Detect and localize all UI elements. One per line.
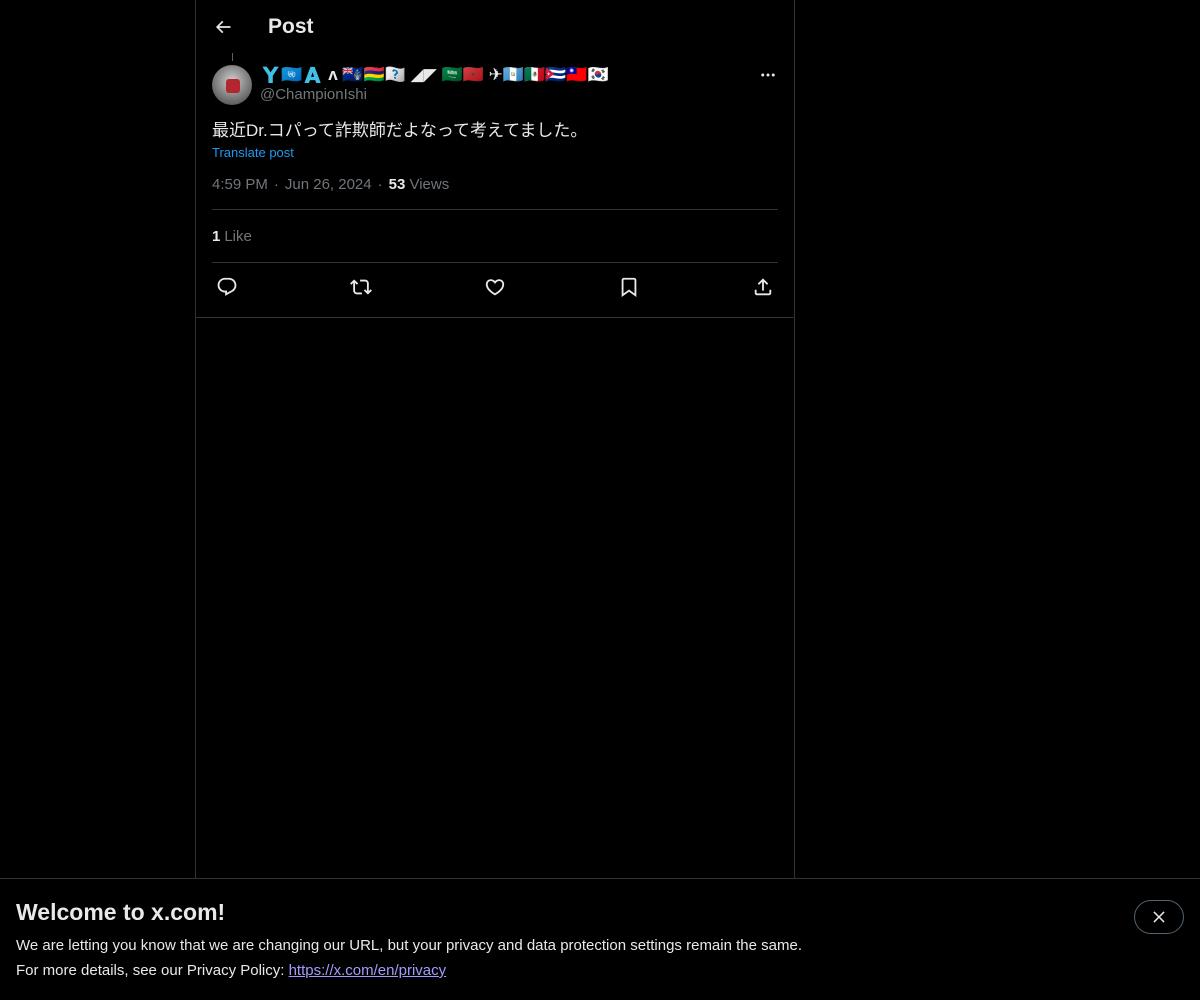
page-title: Post	[268, 14, 314, 38]
tweet-meta: 4:59 PM · Jun 26, 2024 · 53 Views	[212, 176, 778, 210]
likes-row[interactable]: 1 Like	[212, 210, 778, 263]
tweet-time[interactable]: 4:59 PM	[212, 176, 268, 193]
meta-separator: ·	[377, 176, 383, 193]
reply-icon	[217, 277, 237, 296]
user-handle[interactable]: @ChampionIshi	[260, 85, 609, 105]
author-names: 🇾🇺🇳🇦 ʌ 🇹🇦🇲🇺🇷🇦 ◢◤ 🇸🇦🇲🇦 ✈🇬🇹🇲🇽🇨🇺🇹🇼🇰🇷 @Champ…	[260, 65, 609, 105]
retweet-button[interactable]	[350, 276, 372, 298]
reply-button[interactable]	[216, 276, 238, 298]
share-icon	[754, 277, 772, 295]
translate-post-link[interactable]: Translate post	[212, 145, 294, 160]
page: Post 🇾🇺🇳🇦 ʌ 🇹🇦🇲🇺🇷🇦 ◢◤ 🇸🇦🇲🇦 ✈🇬🇹🇲🇽🇨🇺🇹🇼🇰🇷 @…	[0, 0, 1200, 1000]
likes-label: Like	[224, 227, 252, 245]
views-count: 53	[388, 176, 406, 193]
action-bar	[212, 263, 778, 310]
like-button[interactable]	[484, 276, 506, 298]
welcome-banner: Welcome to x.com! We are letting you kno…	[0, 878, 1200, 1000]
bookmark-button[interactable]	[618, 276, 640, 298]
primary-column: Post 🇾🇺🇳🇦 ʌ 🇹🇦🇲🇺🇷🇦 ◢◤ 🇸🇦🇲🇦 ✈🇬🇹🇲🇽🇨🇺🇹🇼🇰🇷 @…	[195, 0, 795, 878]
more-button[interactable]	[758, 65, 778, 85]
retweet-icon	[350, 279, 372, 294]
avatar[interactable]	[212, 65, 252, 105]
author-row: 🇾🇺🇳🇦 ʌ 🇹🇦🇲🇺🇷🇦 ◢◤ 🇸🇦🇲🇦 ✈🇬🇹🇲🇽🇨🇺🇹🇼🇰🇷 @Champ…	[212, 65, 778, 105]
more-icon	[761, 73, 775, 77]
back-arrow-icon	[215, 20, 231, 33]
tweet: 🇾🇺🇳🇦 ʌ 🇹🇦🇲🇺🇷🇦 ◢◤ 🇸🇦🇲🇦 ✈🇬🇹🇲🇽🇨🇺🇹🇼🇰🇷 @Champ…	[196, 53, 794, 310]
banner-privacy-line: For more details, see our Privacy Policy…	[16, 962, 446, 979]
close-icon	[1153, 911, 1165, 923]
banner-title: Welcome to x.com!	[16, 899, 226, 925]
back-button[interactable]	[212, 16, 234, 38]
share-button[interactable]	[752, 276, 774, 298]
likes-count: 1	[212, 227, 221, 245]
tweet-divider	[196, 317, 794, 318]
tweet-date[interactable]: Jun 26, 2024	[285, 176, 372, 193]
thread-line	[232, 53, 233, 61]
banner-privacy-prefix: For more details, see our Privacy Policy…	[16, 962, 289, 979]
like-icon	[485, 278, 505, 295]
display-name[interactable]: 🇾🇺🇳🇦 ʌ 🇹🇦🇲🇺🇷🇦 ◢◤ 🇸🇦🇲🇦 ✈🇬🇹🇲🇽🇨🇺🇹🇼🇰🇷	[260, 65, 609, 85]
post-header: Post	[196, 0, 794, 53]
bookmark-icon	[621, 277, 637, 297]
banner-close-button[interactable]	[1134, 900, 1184, 934]
views-label: Views	[409, 176, 450, 193]
meta-separator: ·	[273, 176, 279, 193]
privacy-policy-link[interactable]: https://x.com/en/privacy	[289, 962, 447, 979]
banner-message: We are letting you know that we are chan…	[16, 937, 802, 954]
tweet-text: 最近Dr.コパって詐欺師だよなって考えてました。	[212, 121, 588, 140]
